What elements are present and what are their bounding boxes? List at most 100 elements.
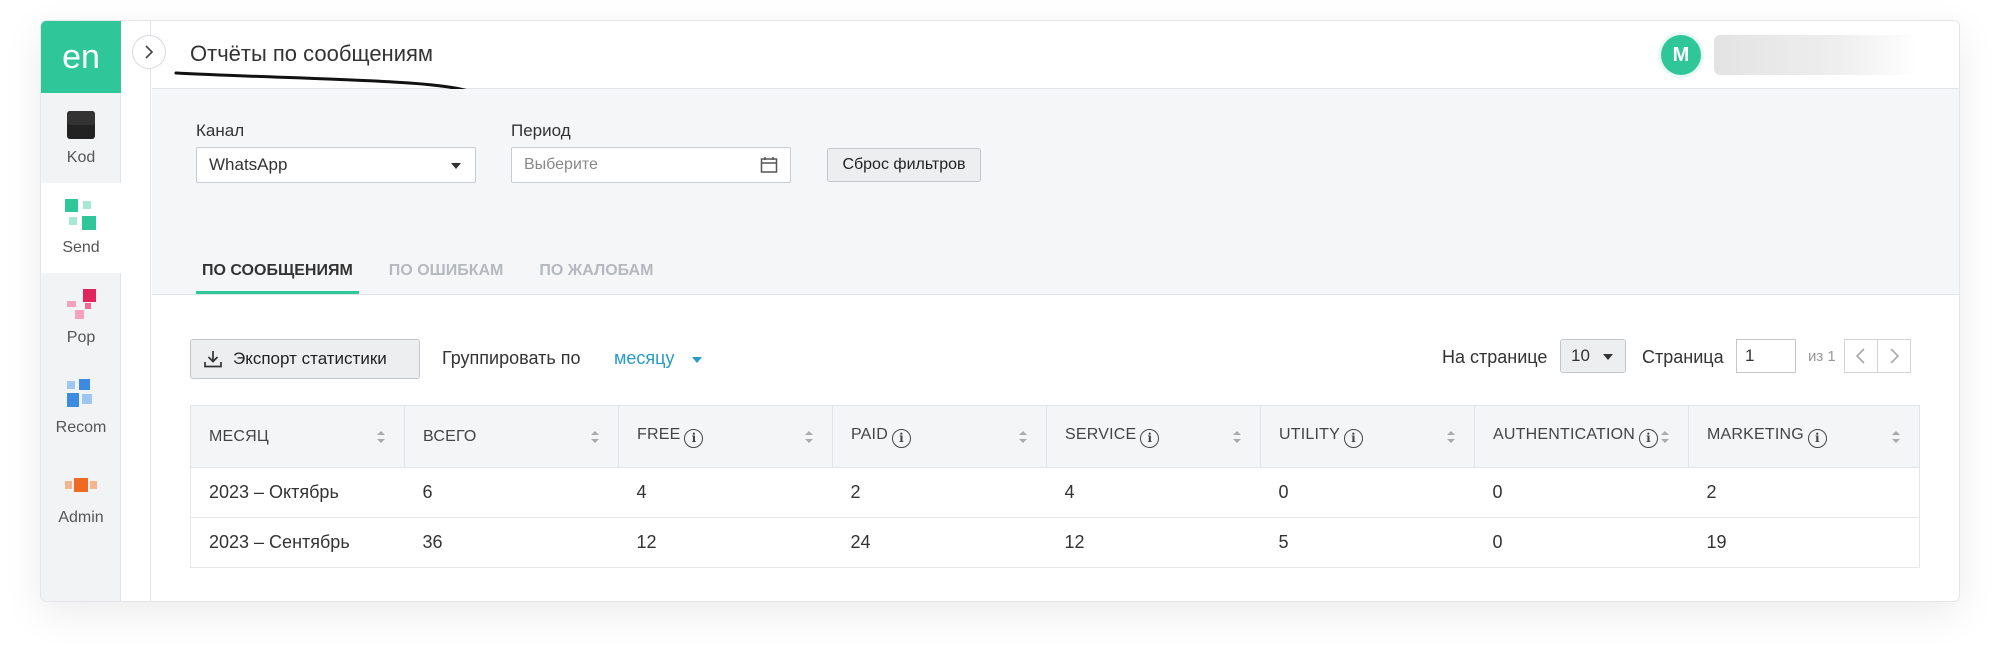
table-cell: 24 [832,517,1047,568]
page-title: Отчёты по сообщениям [190,41,434,66]
column-header-free[interactable]: FREE i [618,405,833,468]
chevron-down-icon[interactable] [692,357,702,363]
table-cell: 6 [404,467,619,518]
prev-page-button[interactable] [1844,339,1878,373]
send-icon [65,199,97,231]
sort-icon [1447,431,1455,443]
sidebar-item-label: Pop [66,329,96,346]
expand-sidebar-button[interactable] [132,35,166,69]
per-page-value: 10 [1571,346,1590,365]
info-icon[interactable]: i [1639,428,1659,448]
sort-icon [1661,431,1669,443]
sidebar-item-kod[interactable]: Kod [41,93,121,183]
period-input[interactable]: Выберите [511,147,791,183]
column-header-label: МЕСЯЦ [209,427,269,445]
table-cell: 0 [1474,517,1689,568]
sort-icon [1892,431,1900,443]
info-icon[interactable]: i [891,428,911,448]
sort-icon [805,431,813,443]
channel-select-value: WhatsApp [209,155,288,174]
table-cell: 2023 – Сентябрь [190,517,405,568]
table-cell: 2 [1688,467,1920,518]
sort-icon [1233,431,1241,443]
info-icon[interactable]: i [684,428,704,448]
column-header-month[interactable]: МЕСЯЦ [190,405,405,468]
recom-icon [65,379,97,411]
sidebar-item-admin[interactable]: Admin [41,453,121,543]
tab-by-messages[interactable]: ПО СООБЩЕНИЯМ [196,262,359,294]
channel-select[interactable]: WhatsApp [196,147,476,183]
column-header-label: AUTHENTICATION [1493,425,1636,443]
sidebar-item-send[interactable]: Send [41,183,121,273]
sidebar-item-label: Kod [66,149,96,166]
chevron-down-icon [1603,354,1613,360]
column-header-label: MARKETING [1707,425,1804,443]
column-header-label: PAID [851,425,888,443]
page-label: Страница [1642,347,1724,367]
column-header-paid[interactable]: PAID i [832,405,1047,468]
info-icon[interactable]: i [1140,428,1160,448]
group-by-select[interactable]: месяцу [614,348,674,369]
table-cell: 19 [1688,517,1920,568]
table-cell: 4 [1046,467,1261,518]
filters-panel: Канал WhatsApp Период Выберите Сброс фил… [152,89,1959,295]
chevron-left-icon [1855,348,1865,364]
table-cell: 2023 – Октябрь [190,467,405,518]
channel-label: Канал [196,121,245,140]
export-statistics-button[interactable]: Экспорт статистики [190,339,420,379]
column-header-label: ВСЕГО [423,427,477,445]
tab-bar: ПО СООБЩЕНИЯМ ПО ОШИБКАМ ПО ЖАЛОБАМ [196,262,683,294]
column-header-authentication[interactable]: AUTHENTICATION i [1474,405,1689,468]
app-logo[interactable]: en [41,21,121,93]
next-page-button[interactable] [1877,339,1911,373]
user-name-redacted[interactable] [1714,35,1919,75]
pop-icon [65,289,97,321]
admin-icon [65,469,97,501]
chevron-right-icon [145,45,154,59]
table-cell: 12 [618,517,833,568]
main-content: Отчёты по сообщениям M Канал WhatsApp Пе… [152,21,1959,601]
chevron-right-icon [1890,348,1900,364]
column-header-label: UTILITY [1279,425,1340,443]
column-header-service[interactable]: SERVICE i [1046,405,1261,468]
avatar[interactable]: M [1661,35,1701,75]
table-cell: 12 [1046,517,1261,568]
tab-by-complaints[interactable]: ПО ЖАЛОБАМ [533,262,659,294]
reset-filters-button[interactable]: Сброс фильтров [827,148,981,182]
column-header-total[interactable]: ВСЕГО [404,405,619,468]
table-cell: 0 [1474,467,1689,518]
tab-by-errors[interactable]: ПО ОШИБКАМ [383,262,510,294]
info-icon[interactable]: i [1807,428,1827,448]
sort-icon [377,431,385,443]
chevron-down-icon [451,163,461,169]
sidebar-rail [121,21,151,601]
calendar-icon [760,157,778,173]
report-content: Экспорт статистики Группировать по месяц… [152,295,1959,601]
column-header-label: SERVICE [1065,425,1137,443]
sort-icon [1019,431,1027,443]
sidebar-item-label: Recom [55,419,107,436]
sidebar-item-label: Admin [58,509,104,526]
period-label: Период [511,121,571,140]
sidebar-item-recom[interactable]: Recom [41,363,121,453]
app-window: en Kod Send Pop Recom Admin Отчёты по со… [40,20,1960,602]
table-cell: 36 [404,517,619,568]
sidebar-item-label: Send [62,239,100,256]
table-header-row: МЕСЯЦ ВСЕГО FREE i PAID i SERVICE i UTILITY… [190,405,1920,468]
kod-icon [65,109,97,141]
column-header-utility[interactable]: UTILITY i [1260,405,1475,468]
period-placeholder: Выберите [524,156,598,173]
page-number-input[interactable] [1736,339,1796,373]
info-icon[interactable]: i [1343,428,1363,448]
table-row: 2023 – Сентябрь 36 12 24 12 5 0 19 [190,517,1920,568]
per-page-select[interactable]: 10 [1560,339,1626,373]
table-row: 2023 – Октябрь 6 4 2 4 0 0 2 [190,467,1920,518]
sort-icon [591,431,599,443]
per-page-label: На странице [1442,347,1548,367]
sidebar-item-pop[interactable]: Pop [41,273,121,363]
table-cell: 5 [1260,517,1475,568]
column-header-marketing[interactable]: MARKETING i [1688,405,1920,468]
group-by-label: Группировать по [442,348,581,368]
download-icon [204,351,222,368]
sidebar: en Kod Send Pop Recom Admin [41,21,121,601]
